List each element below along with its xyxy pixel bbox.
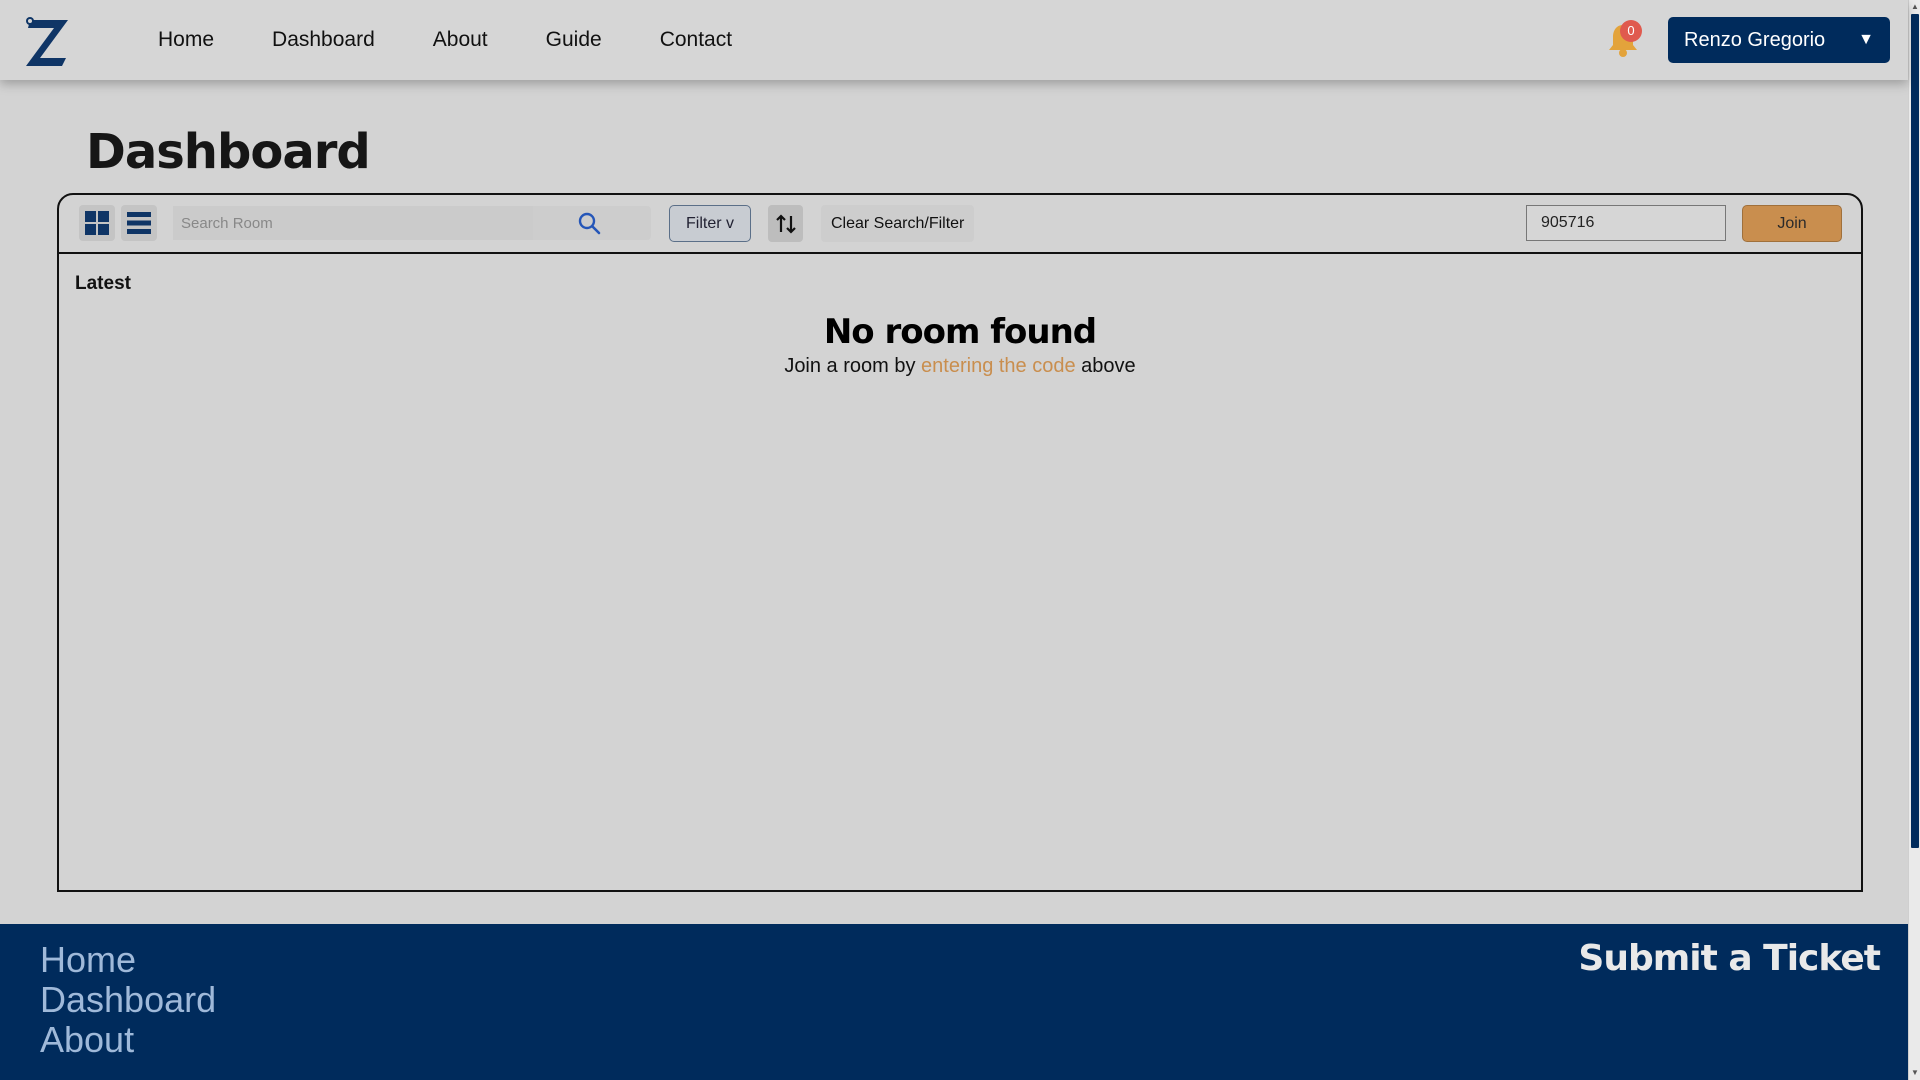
nav-about[interactable]: About <box>433 28 488 52</box>
submit-ticket-link[interactable]: Submit a Ticket <box>1578 938 1881 979</box>
empty-state-message: Join a room by entering the code above <box>59 355 1861 378</box>
footer: Home Dashboard About Submit a Ticket <box>0 924 1908 1080</box>
dropdown-caret-icon: ▼ <box>1858 31 1874 48</box>
nav-dashboard[interactable]: Dashboard <box>272 28 375 52</box>
nav-contact[interactable]: Contact <box>660 28 732 52</box>
footer-link-dashboard[interactable]: Dashboard <box>40 980 216 1020</box>
list-view-icon <box>127 212 151 234</box>
page-title: Dashboard <box>86 124 371 180</box>
empty-state-title: No room found <box>823 312 1097 352</box>
nav-guide[interactable]: Guide <box>546 28 602 52</box>
clear-search-filter-button[interactable]: Clear Search/Filter <box>821 205 975 242</box>
empty-state-suffix: above <box>1075 355 1136 377</box>
list-view-button[interactable] <box>121 205 157 241</box>
user-name: Renzo Gregorio <box>1684 28 1826 51</box>
top-navbar: Home Dashboard About Guide Contact 0 Ren… <box>0 0 1908 80</box>
footer-link-about[interactable]: About <box>40 1020 216 1060</box>
notification-badge: 0 <box>1620 20 1642 42</box>
scroll-up-icon[interactable]: ▲ <box>1909 0 1920 14</box>
search-icon[interactable] <box>577 211 601 235</box>
empty-state-prefix: Join a room by <box>784 355 922 377</box>
grid-view-button[interactable] <box>79 205 115 241</box>
footer-links: Home Dashboard About <box>40 940 216 1060</box>
nav-home[interactable]: Home <box>158 28 214 52</box>
page-scrollbar[interactable]: ▲ ▼ <box>1908 0 1920 1080</box>
enter-code-link[interactable]: entering the code <box>921 355 1076 377</box>
search-input[interactable] <box>173 206 533 240</box>
main-nav: Home Dashboard About Guide Contact <box>158 0 790 80</box>
grid-view-icon <box>85 211 109 235</box>
scroll-down-icon[interactable]: ▼ <box>1909 1066 1920 1080</box>
logo-icon[interactable] <box>22 14 72 68</box>
rooms-panel: Filter v Clear Search/Filter Join Latest… <box>57 193 1863 892</box>
search-bar <box>173 206 651 240</box>
room-code-input[interactable] <box>1526 205 1726 241</box>
footer-link-home[interactable]: Home <box>40 940 216 980</box>
scroll-thumb[interactable] <box>1911 14 1919 848</box>
join-button[interactable]: Join <box>1742 205 1842 242</box>
sort-button[interactable] <box>768 205 803 242</box>
section-label-latest: Latest <box>75 273 131 294</box>
sort-icon <box>775 213 796 234</box>
rooms-toolbar: Filter v Clear Search/Filter Join <box>59 195 1861 254</box>
user-menu-button[interactable]: Renzo Gregorio ▼ <box>1668 17 1890 63</box>
filter-button[interactable]: Filter v <box>669 205 751 242</box>
